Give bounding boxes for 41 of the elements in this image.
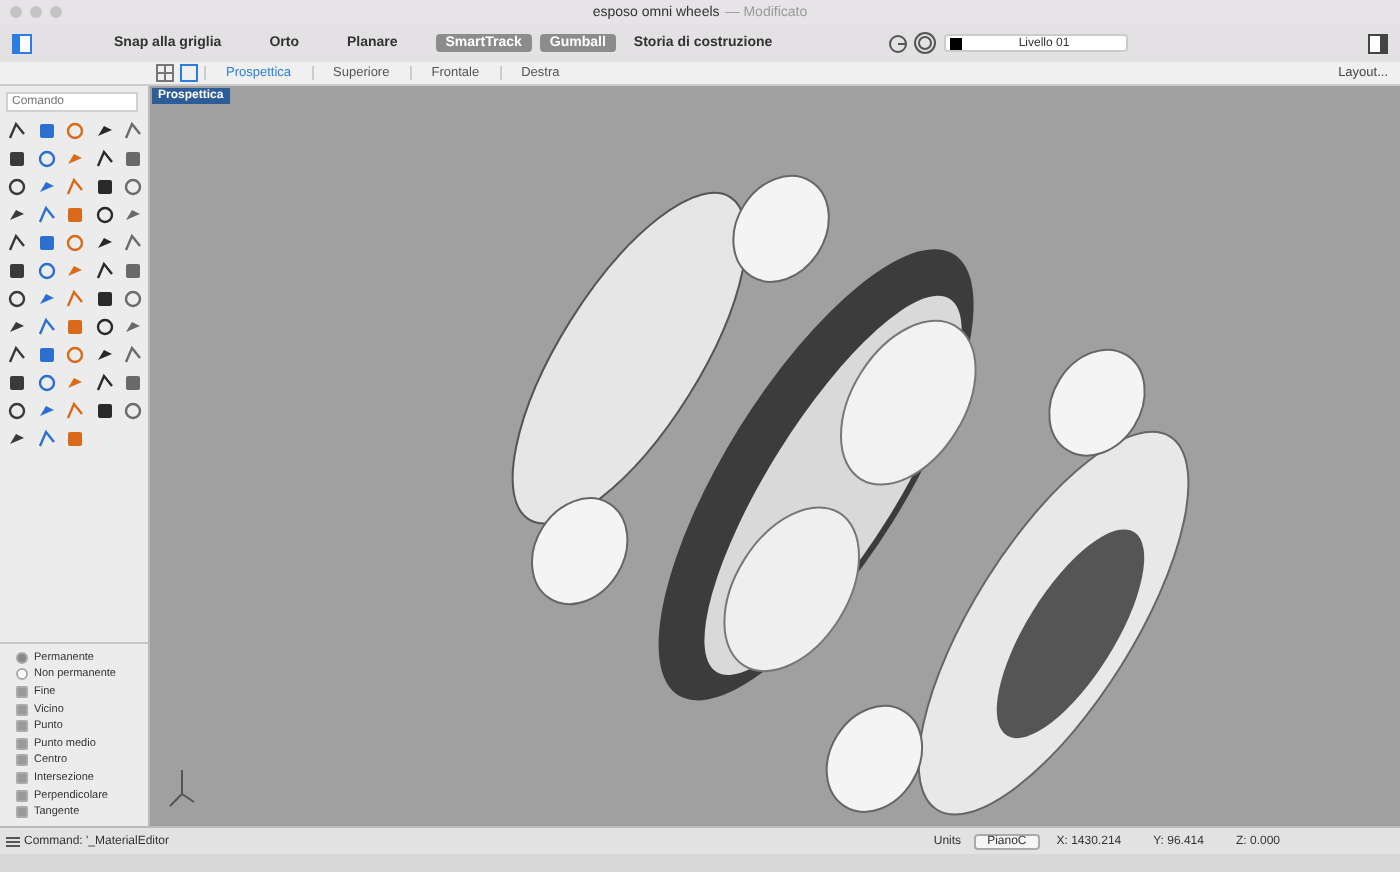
tool-icon[interactable] — [93, 176, 115, 198]
checkbox[interactable] — [16, 789, 28, 802]
radio-button[interactable] — [16, 668, 28, 681]
tool-icon[interactable] — [6, 176, 28, 198]
target-icon[interactable] — [914, 32, 936, 54]
tool-icon[interactable] — [6, 204, 28, 226]
panel-toggle-icon[interactable] — [1368, 33, 1388, 53]
tool-icon[interactable] — [6, 260, 28, 282]
radio-button[interactable] — [16, 651, 28, 664]
sidebar-toggle-icon[interactable] — [12, 33, 32, 53]
tool-icon[interactable] — [93, 260, 115, 282]
tool-icon[interactable] — [6, 372, 28, 394]
tool-icon[interactable] — [6, 148, 28, 170]
tool-icon[interactable] — [6, 288, 28, 310]
tool-icon[interactable] — [93, 120, 115, 142]
tool-icon[interactable] — [6, 400, 28, 422]
tool-icon[interactable] — [6, 232, 28, 254]
tool-icon[interactable] — [93, 148, 115, 170]
tool-icon[interactable] — [93, 204, 115, 226]
tool-icon[interactable] — [93, 288, 115, 310]
tool-icon[interactable] — [93, 344, 115, 366]
tool-icon[interactable] — [6, 344, 28, 366]
tool-icon[interactable] — [93, 316, 115, 338]
menu-icon[interactable] — [6, 835, 20, 847]
tool-icon[interactable] — [93, 372, 115, 394]
tool-icon[interactable] — [6, 120, 28, 142]
tool-icon[interactable] — [93, 400, 115, 422]
checkbox[interactable] — [16, 754, 28, 767]
checkbox[interactable] — [16, 720, 28, 733]
checkbox[interactable] — [16, 737, 28, 750]
checkbox[interactable] — [16, 685, 28, 698]
tool-icon[interactable] — [6, 316, 28, 338]
single-layout-icon[interactable] — [180, 64, 198, 82]
checkbox[interactable] — [16, 806, 28, 819]
grid-layout-icon[interactable] — [156, 64, 174, 82]
checkbox[interactable] — [16, 703, 28, 715]
axis-icon — [166, 766, 198, 810]
checkbox[interactable] — [16, 772, 28, 785]
tool-icon[interactable] — [93, 232, 115, 254]
history-icon[interactable] — [888, 33, 908, 53]
tool-icon[interactable] — [6, 428, 28, 450]
